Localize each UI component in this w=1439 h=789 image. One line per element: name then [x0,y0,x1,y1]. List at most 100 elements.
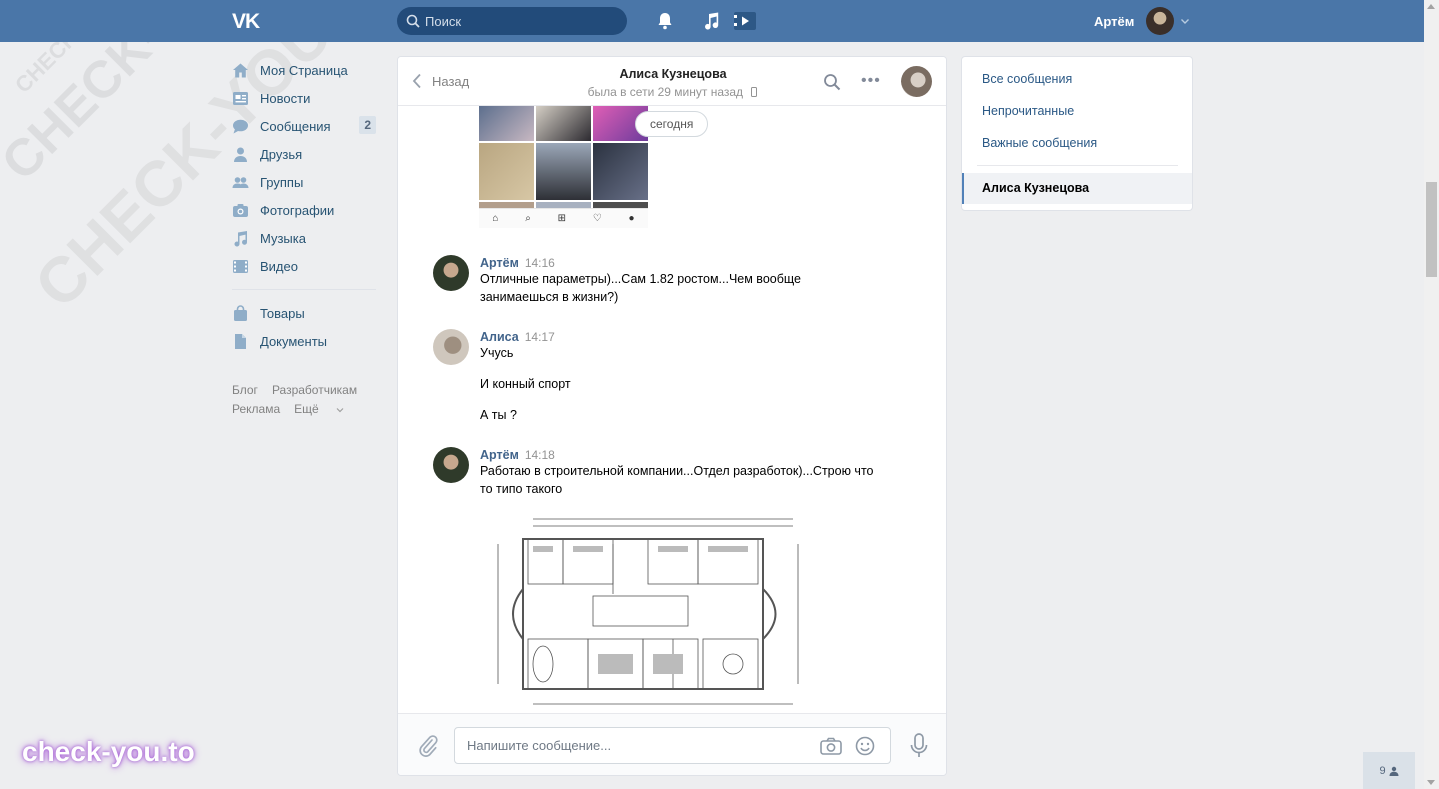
search-icon: ⌕ [525,213,531,224]
floor-plan-image[interactable] [493,514,838,712]
camera-icon [233,203,248,217]
sender-name[interactable]: Артём [480,448,519,462]
instagram-tabbar: ⌂ ⌕ ⊞ ♡ ● [479,208,648,228]
message-text: Работаю в строительной компании...Отдел … [480,464,874,496]
groups-icon [232,176,249,188]
chevron-down-icon [1181,19,1190,24]
user-menu[interactable]: Артём [1094,6,1190,36]
home-icon: ⌂ [492,213,499,224]
nav-item-video[interactable]: Видео [230,252,376,280]
photo-attachment[interactable]: ⌂ ⌕ ⊞ ♡ ● [479,106,648,228]
nav-label: Сообщения [260,118,331,134]
scroll-up-arrow[interactable] [1427,4,1435,9]
message-history[interactable]: ⌂ ⌕ ⊞ ♡ ● сегодня Артём 14:16 Отличные па… [398,106,946,713]
message-input[interactable] [467,728,807,763]
nav-item-goods[interactable]: Товары [230,299,376,327]
filter-important[interactable]: Важные сообщения [982,136,1097,150]
bell-icon[interactable] [655,11,675,31]
avatar[interactable] [433,255,469,291]
nav-label: Моя Страница [260,62,348,78]
nav-label: Документы [260,333,328,349]
nav-item-groups[interactable]: Группы [230,168,376,196]
emoji-icon[interactable] [855,736,875,756]
vk-logo[interactable]: VK [232,10,266,33]
unread-badge: 2 [359,116,376,134]
chevron-down-icon [336,408,344,413]
chat-header: Назад Алиса Кузнецова была в сети 29 мин… [398,57,946,106]
microphone-icon[interactable] [910,733,928,759]
message-time[interactable]: 14:16 [525,256,555,270]
footer-links: Блог Разработчикам Реклама Ещё [232,381,376,419]
avatar[interactable] [433,329,469,365]
left-navigation: Моя Страница Новости Сообщения 2 Друзья … [230,56,376,419]
chat-panel: Назад Алиса Кузнецова была в сети 29 мин… [397,56,947,776]
message-composer [398,713,946,775]
nav-item-messages[interactable]: Сообщения 2 [230,112,376,140]
scroll-down-arrow[interactable] [1427,780,1435,785]
instagram-grid [479,106,648,212]
news-icon [233,91,248,105]
nav-label: Друзья [260,146,303,162]
brand-watermark: check-you.to [22,736,195,767]
nav-item-documents[interactable]: Документы [230,327,376,355]
message-input-box[interactable] [454,727,891,764]
nav-item-my-page[interactable]: Моя Страница [230,56,376,84]
online-friends-button[interactable]: 9 [1363,752,1415,789]
search-icon [406,14,420,28]
last-seen-text: была в сети 29 минут назад [587,85,744,99]
nav-label: Группы [260,174,304,190]
camera-icon[interactable] [820,737,842,755]
play-icon[interactable] [733,11,757,31]
plus-icon: ⊞ [557,213,566,224]
document-icon [235,333,246,349]
filter-unread[interactable]: Непрочитанные [982,104,1074,118]
online-count: 9 [1379,764,1386,777]
date-divider: сегодня [635,111,709,137]
active-dialog-item[interactable]: Алиса Кузнецова [962,173,1192,204]
nav-item-friends[interactable]: Друзья [230,140,376,168]
heart-icon: ♡ [592,213,602,224]
sender-name[interactable]: Алиса [480,330,519,344]
music-icon [234,230,247,246]
message-text: И конный спорт [480,377,571,391]
search-icon[interactable] [823,73,841,91]
filter-all-messages[interactable]: Все сообщения [982,72,1072,86]
nav-item-music[interactable]: Музыка [230,224,376,252]
nav-divider [232,289,376,290]
footer-link-ads[interactable]: Реклама [232,402,280,416]
mobile-icon [751,87,758,97]
message-time[interactable]: 14:17 [525,330,555,344]
video-icon [233,259,248,273]
footer-link-developers[interactable]: Разработчикам [272,383,357,397]
music-icon[interactable] [701,11,721,31]
user-icon [1389,766,1399,776]
nav-label: Музыка [260,230,306,246]
message-time[interactable]: 14:18 [525,448,555,462]
search-input[interactable] [425,7,620,35]
message-text: Учусь [480,346,514,360]
scrollbar-thumb[interactable] [1426,182,1437,277]
top-bar: VK Артём [0,0,1424,42]
bag-icon [234,304,247,321]
page-scrollbar[interactable] [1424,0,1439,789]
home-icon [233,63,248,77]
nav-label: Фотографии [260,202,335,218]
footer-link-more[interactable]: Ещё [294,402,344,416]
user-name: Артём [1094,13,1135,29]
search-box[interactable] [397,7,627,35]
avatar [1146,7,1175,35]
footer-link-blog[interactable]: Блог [232,383,258,397]
paperclip-icon[interactable] [418,734,438,758]
interlocutor-avatar[interactable] [901,66,932,97]
nav-item-news[interactable]: Новости [230,84,376,112]
profile-icon: ● [628,213,635,224]
more-options-icon[interactable]: ••• [861,72,881,90]
avatar[interactable] [433,447,469,483]
nav-label: Новости [260,90,311,106]
friend-icon [234,147,247,162]
message-text: А ты ? [480,408,517,422]
sender-name[interactable]: Артём [480,256,519,270]
nav-item-photos[interactable]: Фотографии [230,196,376,224]
nav-label: Видео [260,258,298,274]
dialogs-filter-panel: Все сообщения Непрочитанные Важные сообщ… [961,56,1193,211]
